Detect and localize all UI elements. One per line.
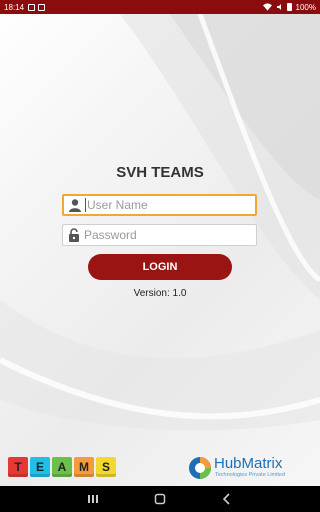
back-button[interactable] (217, 489, 237, 509)
teams-tile: S (96, 457, 116, 477)
navigation-bar (0, 486, 320, 512)
teams-tile: T (8, 457, 28, 477)
version-label: Version: 1.0 (133, 288, 187, 299)
user-icon (66, 196, 84, 214)
mute-icon (276, 4, 281, 10)
gallery-icon (28, 3, 36, 11)
password-field[interactable] (62, 224, 257, 246)
app-title: SVH TEAMS (116, 164, 204, 181)
notification-icon (38, 3, 46, 11)
company-name: HubMatrix (214, 455, 283, 472)
recents-icon (88, 495, 99, 503)
teams-tile: E (30, 457, 50, 477)
username-input[interactable] (86, 196, 255, 214)
battery-icon (286, 3, 292, 11)
status-time: 18:14 (4, 2, 25, 12)
teams-logo: T E A M S (8, 457, 116, 477)
wifi-icon (262, 3, 272, 11)
username-field[interactable] (62, 194, 257, 216)
status-bar: 18:14 100% (0, 0, 320, 14)
hubmatrix-logo: HubMatrix Technologies Private Limited (188, 455, 312, 481)
battery-level: 100% (295, 2, 316, 12)
status-right: 100% (262, 2, 316, 12)
password-input[interactable] (83, 225, 256, 245)
teams-tile: M (74, 457, 94, 477)
home-button[interactable] (150, 489, 170, 509)
teams-tile: A (52, 457, 72, 477)
lock-icon (65, 226, 83, 244)
home-icon (154, 493, 166, 505)
company-tagline: Technologies Private Limited (215, 472, 286, 478)
recents-button[interactable] (83, 489, 103, 509)
hubmatrix-globe-icon (189, 457, 211, 479)
back-icon (222, 493, 230, 505)
login-button[interactable]: LOGIN (88, 254, 232, 280)
